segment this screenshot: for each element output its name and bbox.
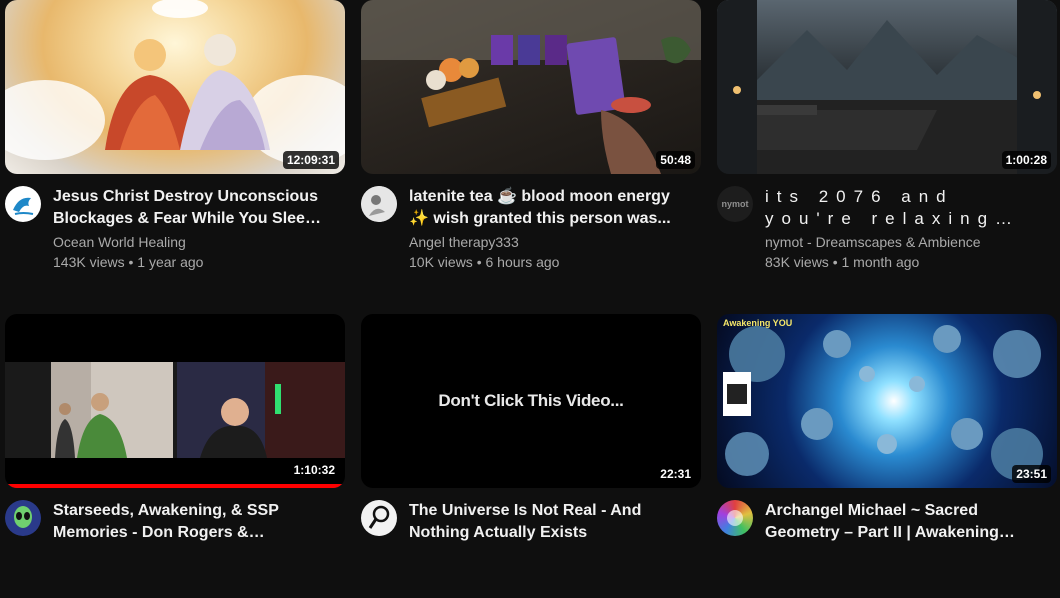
channel-avatar[interactable] bbox=[5, 186, 41, 222]
channel-avatar[interactable] bbox=[361, 186, 397, 222]
video-card[interactable]: Don't Click This Video... 22:31 The Univ… bbox=[361, 314, 701, 598]
video-thumbnail[interactable]: Awakening YOU 23:51 bbox=[717, 314, 1057, 488]
video-card[interactable]: 12:09:31 Jesus Christ Destroy Unconsciou… bbox=[5, 0, 345, 284]
video-duration: 50:48 bbox=[656, 151, 695, 169]
view-count: 83K views bbox=[765, 254, 829, 270]
video-stats: 83K views • 1 month ago bbox=[765, 254, 1055, 270]
video-thumbnail[interactable]: 1:10:32 bbox=[5, 314, 345, 488]
video-title[interactable]: latenite tea ☕ blood moon energy ✨ wish … bbox=[409, 186, 679, 230]
video-title[interactable]: Jesus Christ Destroy Unconscious Blockag… bbox=[53, 186, 323, 230]
thumbnail-art-icon bbox=[5, 0, 345, 165]
view-count: 10K views bbox=[409, 254, 473, 270]
channel-avatar[interactable] bbox=[717, 500, 753, 536]
channel-avatar[interactable]: nymot bbox=[717, 186, 753, 222]
thumbnail-art-icon bbox=[361, 0, 701, 174]
avatar-text: nymot bbox=[721, 199, 749, 209]
separator: • bbox=[128, 254, 134, 270]
video-title[interactable]: its 2076 and you're relaxing in the... bbox=[765, 186, 1035, 230]
video-card[interactable]: 50:48 latenite tea ☕ blood moon energy ✨… bbox=[361, 0, 701, 284]
video-stats: 143K views • 1 year ago bbox=[53, 254, 343, 270]
video-duration: 22:31 bbox=[656, 465, 695, 483]
video-thumbnail[interactable]: 12:09:31 bbox=[5, 0, 345, 174]
video-card[interactable]: Awakening YOU 23:51 Archangel Michael ~ … bbox=[717, 314, 1057, 598]
magnifier-avatar-icon bbox=[368, 505, 390, 529]
video-thumbnail[interactable]: 50:48 bbox=[361, 0, 701, 174]
video-title[interactable]: The Universe Is Not Real - And Nothing A… bbox=[409, 500, 679, 544]
separator: • bbox=[476, 254, 482, 270]
video-thumbnail[interactable]: Don't Click This Video... 22:31 bbox=[361, 314, 701, 488]
thumbnail-art-icon bbox=[717, 0, 1057, 174]
video-card[interactable]: 1:00:28 nymot its 2076 and you're relaxi… bbox=[717, 0, 1057, 284]
alien-avatar-icon bbox=[5, 500, 41, 536]
video-title[interactable]: Archangel Michael ~ Sacred Geometry – Pa… bbox=[765, 500, 1035, 544]
video-duration: 23:51 bbox=[1012, 465, 1051, 483]
upload-age: 1 year ago bbox=[137, 254, 204, 270]
channel-name[interactable]: Angel therapy333 bbox=[409, 234, 699, 250]
channel-avatar[interactable] bbox=[5, 500, 41, 536]
channel-name[interactable]: nymot - Dreamscapes & Ambience bbox=[765, 234, 1055, 250]
video-stats: 10K views • 6 hours ago bbox=[409, 254, 699, 270]
video-duration: 1:00:28 bbox=[1001, 151, 1051, 169]
video-thumbnail[interactable]: 1:00:28 bbox=[717, 0, 1057, 174]
channel-name[interactable]: Ocean World Healing bbox=[53, 234, 343, 250]
angel-avatar-icon bbox=[361, 186, 397, 222]
thumbnail-caption: Don't Click This Video... bbox=[438, 391, 624, 410]
video-duration: 12:09:31 bbox=[282, 151, 339, 169]
separator: • bbox=[832, 254, 838, 270]
thumbnail-banner: Awakening YOU bbox=[723, 318, 793, 328]
video-card[interactable]: 1:10:32 Starseeds, Awakening, & SSP Memo… bbox=[5, 314, 345, 598]
view-count: 143K views bbox=[53, 254, 125, 270]
dolphin-logo-icon bbox=[13, 197, 34, 215]
thumbnail-art-icon bbox=[723, 325, 1043, 480]
video-title[interactable]: Starseeds, Awakening, & SSP Memories - D… bbox=[53, 500, 323, 544]
upload-age: 6 hours ago bbox=[485, 254, 560, 270]
rainbow-avatar-icon bbox=[727, 510, 743, 526]
upload-age: 1 month ago bbox=[841, 254, 920, 270]
channel-avatar[interactable] bbox=[361, 500, 397, 536]
video-duration: 1:10:32 bbox=[289, 461, 339, 479]
